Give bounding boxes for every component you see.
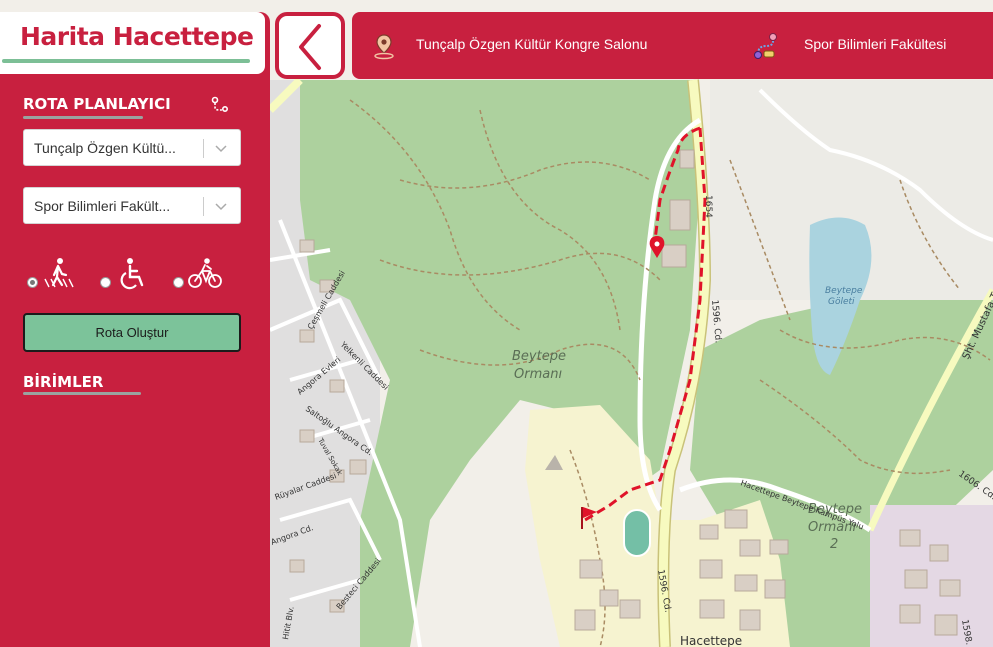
- units-title[interactable]: BİRİMLER: [23, 373, 103, 391]
- destination-select-separator: [203, 197, 204, 216]
- brand-title[interactable]: Harita Hacettepe: [20, 22, 254, 51]
- mode-walking-radio[interactable]: [27, 277, 38, 288]
- chevron-down-icon[interactable]: [214, 141, 228, 155]
- mode-bicycle-radio[interactable]: [173, 277, 184, 288]
- map-label-forest-2c: 2: [830, 537, 838, 552]
- origin-select[interactable]: Tunçalp Özgen Kültü...: [23, 129, 241, 166]
- route-destination-label: Spor Bilimleri Fakültesi: [804, 36, 947, 52]
- route-icon: [211, 96, 229, 113]
- sports-track: [623, 509, 651, 557]
- origin-select-separator: [203, 139, 204, 158]
- brand-underline: [2, 59, 250, 63]
- mode-wheelchair-radio[interactable]: [100, 277, 111, 288]
- origin-select-value: Tunçalp Özgen Kültü...: [34, 140, 176, 156]
- walking-icon: [44, 258, 74, 288]
- mode-bicycle[interactable]: [173, 257, 228, 293]
- collapse-sidebar-button[interactable]: [275, 12, 345, 79]
- destination-select[interactable]: Spor Bilimleri Fakült...: [23, 187, 241, 224]
- map-label-pond-b: Göleti: [828, 297, 855, 307]
- map-label-road-1654: 1654: [703, 195, 713, 218]
- wheelchair-icon: [120, 258, 144, 290]
- chevron-down-icon[interactable]: [214, 199, 228, 213]
- map-label-forest-1: Beytepe: [512, 349, 566, 364]
- route-planner-title: ROTA PLANLAYICI: [23, 95, 171, 113]
- residential-area-southeast: [870, 505, 993, 647]
- route-person-icon: [754, 33, 777, 59]
- mode-walking[interactable]: [27, 257, 77, 293]
- destination-select-value: Spor Bilimleri Fakült...: [34, 198, 171, 214]
- sidebar: Harita Hacettepe ROTA PLANLAYICI Tunçalp…: [0, 12, 270, 647]
- chevron-left-icon: [299, 24, 321, 70]
- map-label-campus: Hacettepe: [680, 634, 742, 647]
- map-label-pond: Beytepe: [825, 286, 863, 296]
- route-origin-label: Tunçalp Özgen Kültür Kongre Salonu: [416, 36, 648, 52]
- bicycle-icon: [188, 258, 222, 288]
- route-summary-bar: Tunçalp Özgen Kültür Kongre Salonu Spor …: [352, 12, 993, 79]
- mode-wheelchair[interactable]: [100, 257, 150, 293]
- map-label-forest-1b: Ormanı: [514, 367, 562, 382]
- location-pin-icon: [374, 34, 394, 60]
- route-planner-underline: [23, 116, 143, 119]
- units-underline: [23, 392, 141, 395]
- brand-panel: Harita Hacettepe: [0, 12, 265, 74]
- create-route-button[interactable]: Rota Oluştur: [23, 313, 241, 352]
